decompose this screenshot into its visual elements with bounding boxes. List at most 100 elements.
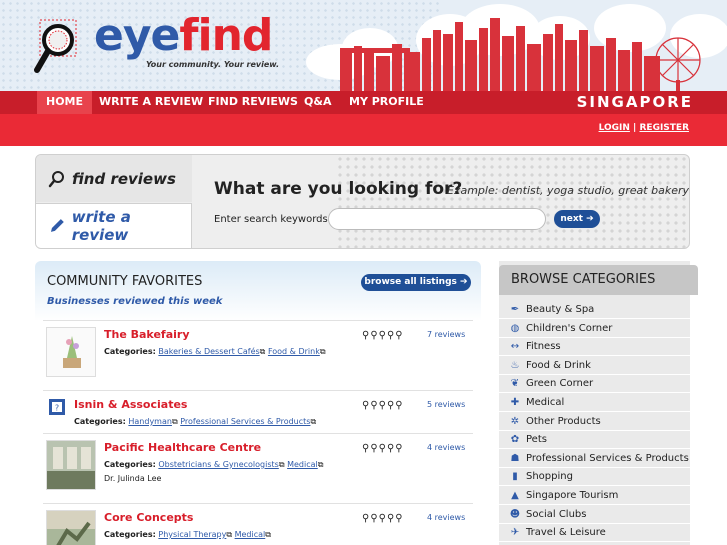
nav-home[interactable]: HOME	[37, 91, 93, 114]
tab-write-label: write a review	[71, 208, 131, 244]
category-label: Travel & Leisure	[526, 527, 606, 539]
category-item[interactable]: ↔ Fitness	[499, 338, 690, 357]
singapore-skyline-image	[306, 4, 727, 92]
category-item[interactable]: ✿ Pets	[499, 431, 690, 450]
category-item[interactable]: ▲ Singapore Tourism	[499, 487, 690, 505]
login-link[interactable]: LOGIN	[599, 123, 630, 133]
category-item[interactable]: ▮ Shopping	[499, 468, 690, 487]
category-label: Fitness	[526, 341, 561, 353]
page-content: find reviews write a review What are you…	[0, 146, 727, 545]
sub-nav: LOGIN | REGISTER	[0, 114, 727, 146]
listing-thumbnail[interactable]: ?	[49, 399, 65, 415]
register-link[interactable]: REGISTER	[639, 123, 689, 133]
listing-thumbnail[interactable]	[46, 440, 96, 490]
next-button[interactable]: next ➔	[554, 210, 600, 228]
clinic-interior-image	[47, 441, 95, 489]
listing-name[interactable]: The Bakefairy	[104, 328, 190, 341]
category-item[interactable]: ☗ Professional Services & Products	[499, 450, 690, 468]
listing-item: ? Isnin & Associates Categories: Handyma…	[43, 390, 473, 426]
eyefind-logo[interactable]: eyefind	[94, 10, 273, 61]
listing-item: The Bakefairy Categories: Bakeries & Des…	[43, 320, 473, 382]
category-label: Shopping	[526, 471, 573, 483]
external-link-icon: ⧉	[226, 530, 233, 539]
category-label: Children's Corner	[526, 322, 613, 334]
category-label: Beauty & Spa	[526, 304, 595, 315]
listing-categories: Categories: Bakeries & Dessert Cafés⧉ Fo…	[104, 347, 326, 357]
tab-find-label: find reviews	[72, 169, 176, 188]
listing-name[interactable]: Isnin & Associates	[74, 398, 187, 411]
browse-categories-panel: BROWSE CATEGORIES ✒ Beauty & Spa ◍ Children…	[499, 261, 698, 545]
listing-thumbnail[interactable]	[46, 510, 96, 545]
rating-magnifiers: ⚲⚲⚲⚲⚲	[362, 400, 404, 411]
search-input[interactable]	[328, 208, 546, 230]
categories-label: Categories:	[74, 417, 126, 426]
review-count-link[interactable]: 4 reviews	[427, 513, 465, 522]
external-link-icon: ⧉	[278, 460, 285, 469]
cross-icon: ✚	[510, 397, 520, 408]
category-item[interactable]: ❦ Green Corner	[499, 375, 690, 394]
category-item[interactable]: ✚ Medical	[499, 394, 690, 412]
tagline: Your community. Your review.	[146, 60, 280, 69]
nav-my-profile[interactable]: MY PROFILE	[340, 91, 433, 114]
placeholder-image-icon: ?	[49, 399, 65, 415]
landmark-icon: ▲	[511, 490, 519, 501]
search-dot-pattern	[336, 155, 689, 248]
category-label: Medical	[526, 397, 565, 408]
category-item[interactable]: ♨ Food & Drink	[499, 357, 690, 375]
nav-write-a-review[interactable]: WRITE A REVIEW	[90, 91, 212, 114]
tab-find-reviews[interactable]: find reviews	[36, 155, 192, 202]
nav-find-reviews[interactable]: FIND REVIEWS	[199, 91, 307, 114]
tab-write-review[interactable]: write a review	[36, 203, 192, 248]
category-label: Green Corner	[526, 378, 594, 390]
category-link[interactable]: Professional Services & Products	[180, 417, 310, 426]
main-nav: HOME WRITE A REVIEW FIND REVIEWS Q&A MY …	[0, 91, 727, 114]
listing-name[interactable]: Pacific Healthcare Centre	[104, 441, 261, 454]
bag-icon: ▮	[512, 471, 518, 483]
category-item[interactable]: ☻ Social Clubs	[499, 506, 690, 524]
city-label: SINGAPORE	[576, 93, 693, 111]
category-link[interactable]: Physical Therapy	[158, 530, 226, 539]
category-label: Professional Services & Products	[526, 452, 689, 464]
rating-magnifiers: ⚲⚲⚲⚲⚲	[362, 443, 404, 454]
leaf-icon: ❦	[510, 378, 520, 390]
category-link[interactable]: Handyman	[128, 417, 172, 426]
category-link[interactable]: Obstetricians & Gynecologists	[158, 460, 278, 469]
categories-label: Categories:	[104, 530, 156, 539]
category-item[interactable]: ◍ Children's Corner	[499, 320, 690, 338]
category-label: Social Clubs	[526, 508, 587, 520]
favorites-subtitle: Businesses reviewed this week	[47, 296, 223, 307]
auth-links: LOGIN | REGISTER	[599, 123, 689, 133]
category-link[interactable]: Medical	[287, 460, 318, 469]
category-label: Other Products	[526, 415, 601, 427]
category-item[interactable]: ✈ Travel & Leisure	[499, 524, 690, 543]
pencil-icon	[50, 219, 64, 232]
review-count-link[interactable]: 7 reviews	[427, 330, 465, 339]
category-link[interactable]: Food & Drink	[268, 347, 320, 356]
browse-all-listings-button[interactable]: browse all listings ➔	[361, 274, 471, 291]
search-heading: What are you looking for?	[214, 179, 463, 199]
plane-icon: ✈	[510, 527, 520, 539]
listing-item: Pacific Healthcare Centre Categories: Ob…	[43, 433, 473, 499]
nav-qa[interactable]: Q&A	[295, 91, 340, 114]
review-count-link[interactable]: 5 reviews	[427, 400, 465, 409]
category-link[interactable]: Medical	[235, 530, 266, 539]
search-example: Example: dentist, yoga studio, great bak…	[447, 184, 690, 197]
listing-thumbnail[interactable]	[46, 327, 96, 377]
review-count-link[interactable]: 4 reviews	[427, 443, 465, 452]
external-link-icon: ⧉	[319, 347, 326, 356]
category-link[interactable]: Bakeries & Dessert Cafés	[158, 347, 259, 356]
category-item[interactable]: ✒ Beauty & Spa	[499, 301, 690, 319]
browse-categories-title: BROWSE CATEGORIES	[511, 272, 656, 287]
magnifier-icon	[48, 170, 64, 187]
dumbbell-icon: ↔	[510, 341, 520, 353]
categories-label: Categories:	[104, 460, 156, 469]
site-header: eyefind Your community. Your review.	[0, 0, 727, 92]
category-item[interactable]: ✲ Other Products	[499, 413, 690, 431]
listing-categories: Categories: Physical Therapy⧉ Medical⧉	[104, 530, 271, 540]
ball-icon: ◍	[510, 322, 520, 334]
cutlery-icon: ♨	[510, 359, 520, 371]
listing-extra: Dr. Julinda Lee	[104, 474, 162, 483]
pen-icon: ✒	[510, 304, 520, 315]
logo-eye-text: eye	[94, 10, 180, 61]
listing-name[interactable]: Core Concepts	[104, 511, 193, 524]
